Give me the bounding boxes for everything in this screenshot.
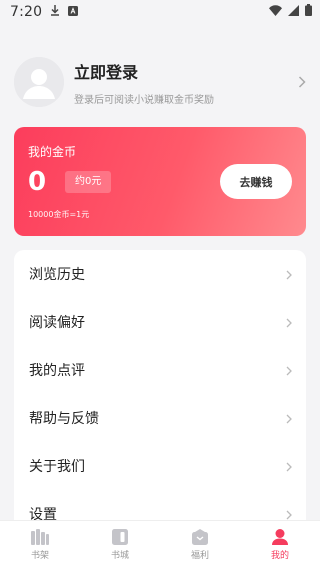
tab-welfare[interactable]: 福利: [160, 521, 240, 568]
welfare-icon: [192, 528, 208, 545]
menu-item-history[interactable]: 浏览历史: [14, 250, 306, 298]
bottom-tab-bar: 书架 书城 福利 我的: [0, 520, 320, 568]
chevron-right-icon: [286, 457, 292, 476]
chevron-right-icon: [286, 313, 292, 332]
tab-label: 福利: [190, 550, 209, 561]
tab-profile[interactable]: 我的: [240, 521, 320, 568]
app-notification-icon: [68, 5, 79, 20]
menu-item-label: 关于我们: [29, 459, 85, 475]
profile-icon: [272, 528, 288, 545]
login-header[interactable]: 立即登录 登录后可阅读小说赚取金币奖励: [14, 55, 306, 109]
wifi-icon: [269, 4, 282, 20]
earn-money-button[interactable]: 去赚钱: [220, 164, 292, 199]
login-title[interactable]: 立即登录: [74, 59, 292, 83]
menu-item-help-feedback[interactable]: 帮助与反馈: [14, 394, 306, 442]
coin-label: 我的金币: [28, 145, 77, 159]
battery-icon: [305, 4, 312, 20]
bookstore-icon: [112, 528, 128, 545]
menu-list: 浏览历史 阅读偏好 我的点评 帮助与反馈 关于我们 设置: [14, 250, 306, 540]
chevron-right-icon[interactable]: [292, 76, 306, 88]
menu-item-label: 帮助与反馈: [29, 411, 99, 427]
status-bar: 7:20: [0, 0, 320, 24]
chevron-right-icon: [286, 409, 292, 428]
menu-item-reading-preference[interactable]: 阅读偏好: [14, 298, 306, 346]
menu-item-about-us[interactable]: 关于我们: [14, 442, 306, 490]
tab-bookstore[interactable]: 书城: [80, 521, 160, 568]
status-time: 7:20: [10, 4, 43, 20]
tab-label: 书架: [30, 550, 49, 561]
menu-item-my-reviews[interactable]: 我的点评: [14, 346, 306, 394]
bookshelf-icon: [31, 528, 49, 545]
chevron-right-icon: [286, 265, 292, 284]
menu-item-label: 浏览历史: [29, 267, 85, 283]
tab-label: 书城: [110, 550, 129, 561]
coin-approx-value: 约0元: [65, 171, 112, 193]
tab-bookshelf[interactable]: 书架: [0, 521, 80, 568]
coin-card: 我的金币 0 约0元 10000金币=1元 去赚钱: [14, 127, 306, 236]
coin-value: 0: [28, 167, 47, 197]
default-avatar-icon[interactable]: [14, 57, 64, 107]
signal-icon: [288, 4, 299, 20]
menu-item-label: 阅读偏好: [29, 315, 85, 331]
coin-exchange-rate: 10000金币=1元: [28, 210, 90, 219]
chevron-right-icon: [286, 361, 292, 380]
tab-label: 我的: [270, 550, 289, 561]
menu-item-label: 我的点评: [29, 363, 85, 379]
login-subtitle: 登录后可阅读小说赚取金币奖励: [74, 94, 214, 106]
download-icon: [50, 4, 60, 20]
